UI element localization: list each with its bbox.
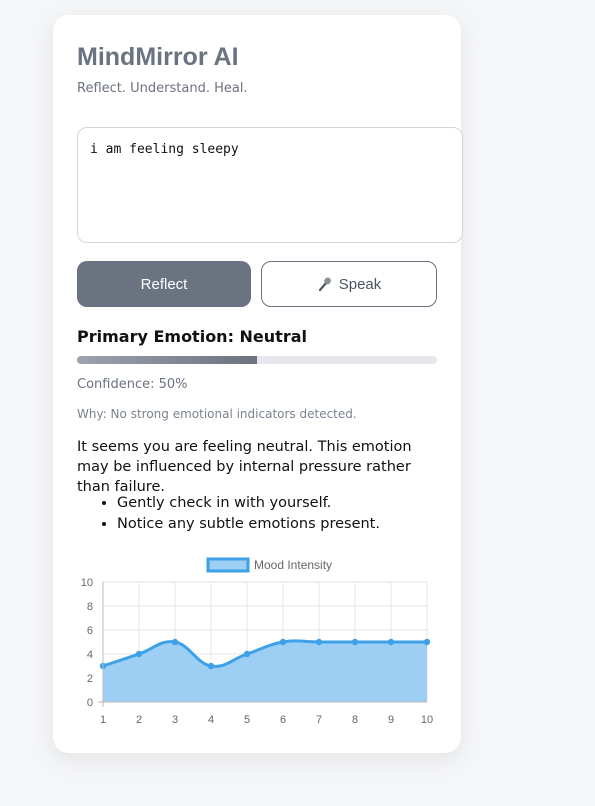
reflect-button-label: Reflect <box>140 275 188 293</box>
why-explanation: Why: No strong emotional indicators dete… <box>77 407 357 421</box>
legend-label: Mood Intensity <box>254 558 332 572</box>
mood-data-point <box>243 650 251 658</box>
mood-intensity-chart: 02468101 2 3 4 5 6 7 8 9 10Mood Intensity <box>81 557 433 726</box>
reflect-button[interactable]: Reflect <box>77 261 251 307</box>
app-tagline: Reflect. Understand. Heal. <box>77 81 248 96</box>
x-tick-label: 1 <box>100 714 106 726</box>
legend-swatch <box>206 557 250 573</box>
app-title: MindMirror AI <box>77 43 239 71</box>
mood-area-fill <box>103 640 427 702</box>
x-tick-label: 4 <box>208 714 214 726</box>
confidence-label: Confidence: 50% <box>77 377 188 392</box>
mood-data-point <box>387 638 395 646</box>
mood-data-point <box>207 662 215 670</box>
x-tick-label: 10 <box>421 714 433 726</box>
x-tick-label: 5 <box>244 714 250 726</box>
y-tick-label: 4 <box>87 649 93 661</box>
x-tick-label: 6 <box>280 714 286 726</box>
x-tick-label: 7 <box>316 714 322 726</box>
tips-list: Gently check in with yourself.Notice any… <box>77 493 437 535</box>
mood-data-point <box>279 638 287 646</box>
y-tick-label: 2 <box>87 673 93 685</box>
y-tick-label: 8 <box>87 601 93 613</box>
confidence-bar <box>77 356 437 364</box>
mood-data-point <box>171 638 179 646</box>
mood-data-point <box>351 638 359 646</box>
y-tick-label: 10 <box>81 577 93 589</box>
reflection-message: It seems you are feeling neutral. This e… <box>77 439 412 495</box>
x-tick-label: 3 <box>172 714 178 726</box>
primary-emotion-heading: Primary Emotion: Neutral <box>77 327 307 346</box>
speak-button-label: Speak <box>338 275 382 293</box>
speak-button[interactable]: Speak <box>261 261 437 307</box>
main-card: MindMirror AI Reflect. Understand. Heal.… <box>53 15 463 753</box>
mood-data-point <box>135 650 143 658</box>
mood-data-point <box>423 638 431 646</box>
y-tick-label: 6 <box>87 625 93 637</box>
y-tick-label: 0 <box>87 697 93 709</box>
x-tick-label: 8 <box>352 714 358 726</box>
journal-entry-input[interactable] <box>77 127 463 243</box>
mood-data-point <box>315 638 323 646</box>
confidence-bar-fill <box>77 356 257 364</box>
microphone-icon <box>317 276 333 292</box>
tip-item: Notice any subtle emotions present. <box>117 514 437 535</box>
x-tick-label: 2 <box>136 714 142 726</box>
tip-item: Gently check in with yourself. <box>117 493 437 514</box>
x-tick-label: 9 <box>388 714 394 726</box>
